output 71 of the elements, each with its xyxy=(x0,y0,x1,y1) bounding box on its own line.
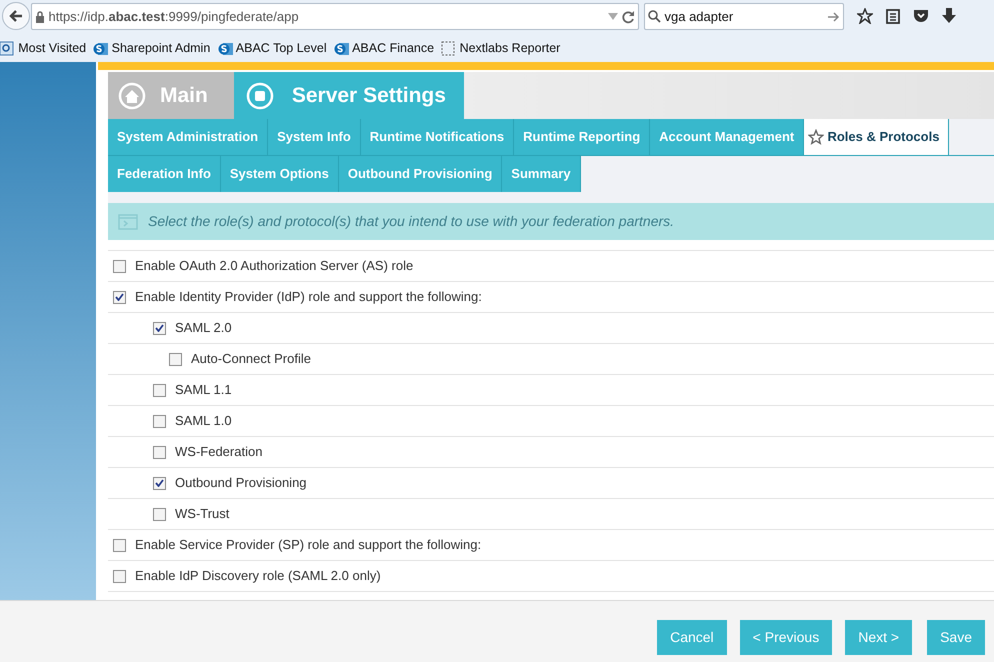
checkbox[interactable] xyxy=(113,260,126,272)
dashed-page-icon xyxy=(441,40,456,56)
option-label: Enable OAuth 2.0 Authorization Server (AS) role xyxy=(135,257,414,276)
checkbox[interactable] xyxy=(113,290,126,304)
option-label: SAML 1.1 xyxy=(175,381,232,400)
address-bar[interactable]: https://idp.abac.test:9999/pingfederate/app xyxy=(31,3,639,30)
download-icon[interactable] xyxy=(942,8,956,24)
search-text: vga adapter xyxy=(664,8,734,26)
option-label: SAML 2.0 xyxy=(175,319,232,338)
lock-icon xyxy=(35,10,46,22)
option-label: Enable Service Provider (SP) role and support the following: xyxy=(135,536,482,554)
sub-tab[interactable]: Federation Info xyxy=(108,156,221,192)
main-tab[interactable]: Main xyxy=(108,72,234,119)
footer-button[interactable]: < Previous xyxy=(740,620,832,655)
footer-button[interactable]: Cancel xyxy=(657,620,727,655)
bookmark-link[interactable]: Nextlabs Reporter xyxy=(441,38,560,58)
option-label: Enable IdP Discovery role (SAML 2.0 only) xyxy=(135,567,381,586)
footer-button[interactable]: Next > xyxy=(845,620,912,655)
main-tab[interactable]: Server Settings xyxy=(234,72,464,119)
checkmark-icon xyxy=(155,324,164,332)
home-icon xyxy=(118,82,146,110)
checkbox[interactable] xyxy=(153,384,166,396)
back-button[interactable] xyxy=(2,2,30,30)
option-label: WS-Trust xyxy=(175,505,230,524)
back-arrow-icon xyxy=(9,10,23,22)
checkbox[interactable] xyxy=(153,414,166,428)
star-icon[interactable] xyxy=(857,8,873,24)
bookmark-link[interactable]: Most Visited xyxy=(0,38,86,58)
footer-button[interactable]: Save xyxy=(927,620,985,655)
sharepoint-s-icon xyxy=(218,40,233,56)
bookmark-link[interactable]: ABAC Finance xyxy=(334,38,434,58)
search-icon xyxy=(648,10,662,23)
sub-tab[interactable]: Summary xyxy=(502,156,581,192)
go-arrow-icon[interactable] xyxy=(828,12,840,22)
stop-icon xyxy=(246,82,274,110)
sub-tab[interactable]: Runtime Notifications xyxy=(360,119,514,155)
window-icon xyxy=(118,214,138,230)
sub-tab[interactable]: System Options xyxy=(220,156,339,192)
sub-tab[interactable]: Roles & Protocols xyxy=(804,119,950,155)
reload-icon[interactable] xyxy=(620,10,635,24)
bookmark-link[interactable]: Sharepoint Admin xyxy=(93,38,210,58)
sub-tab[interactable]: System Info xyxy=(268,119,361,155)
checkbox[interactable] xyxy=(153,476,166,490)
info-message: Select the role(s) and protocol(s) that you intend to use with your federation partners. xyxy=(148,212,674,231)
checkmark-icon xyxy=(115,293,124,301)
option-label: Enable Identity Provider (IdP) role and support the following: xyxy=(135,288,482,306)
sharepoint-s-icon xyxy=(334,40,349,56)
checkmark-icon xyxy=(155,479,164,487)
magnifier-page-icon xyxy=(0,40,15,56)
option-label: WS-Federation xyxy=(175,443,262,462)
sharepoint-s-icon xyxy=(93,40,108,56)
sub-tab[interactable]: Account Management xyxy=(650,119,804,155)
checkbox[interactable] xyxy=(153,508,166,520)
checkbox[interactable] xyxy=(153,322,166,334)
checkbox[interactable] xyxy=(169,352,182,366)
sub-tab[interactable]: System Administration xyxy=(108,119,268,155)
url-text: https://idp.abac.test:9999/pingfederate/app xyxy=(48,8,300,26)
option-label: SAML 1.0 xyxy=(175,412,232,430)
checkbox[interactable] xyxy=(153,446,166,458)
pocket-icon[interactable] xyxy=(913,9,929,23)
checkbox[interactable] xyxy=(113,538,126,552)
sub-tab[interactable]: Outbound Provisioning xyxy=(338,156,502,192)
option-label: Auto-Connect Profile xyxy=(191,350,311,368)
search-field[interactable]: vga adapter xyxy=(644,3,844,30)
option-label: Outbound Provisioning xyxy=(175,474,307,492)
clipboard-icon[interactable] xyxy=(886,8,900,24)
checkbox[interactable] xyxy=(113,570,126,582)
star-icon xyxy=(808,129,824,145)
dropdown-icon[interactable] xyxy=(608,12,618,20)
bookmark-link[interactable]: ABAC Top Level xyxy=(218,38,327,58)
sub-tab[interactable]: Runtime Reporting xyxy=(514,119,650,155)
